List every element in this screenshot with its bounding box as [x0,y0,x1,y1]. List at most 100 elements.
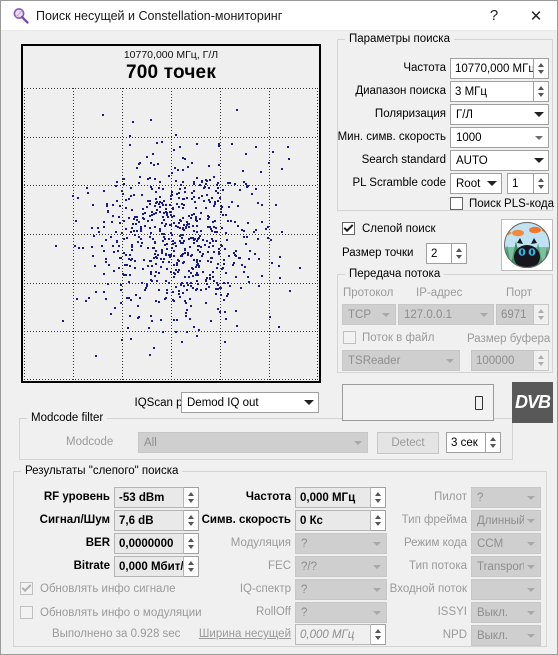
pl-scramble-mode-select[interactable]: Root [450,173,502,194]
port-stepper[interactable]: 6971 [496,304,549,325]
modcode-select[interactable]: All [138,432,368,453]
stepper-arrows-icon[interactable] [534,350,549,371]
code-mode-select[interactable]: CCM [471,533,541,554]
pilot-select[interactable]: ? [471,487,541,508]
constellation-point [116,250,119,252]
constellation-point [131,223,134,225]
constellation-point [193,190,196,193]
constellation-point [149,161,152,164]
constellation-point [279,256,282,259]
grid-line-horizontal [24,379,318,380]
constellation-point [168,237,171,240]
checkbox-box[interactable] [20,606,33,619]
signal-name-field[interactable] [342,384,494,421]
constellation-point [185,309,188,312]
search-range-stepper[interactable]: 3 МГц [450,81,549,102]
stream-type-select[interactable]: Transport [471,556,541,577]
constellation-point [255,229,258,232]
constellation-point [181,262,184,265]
constellation-point [174,133,177,136]
constellation-point [130,231,133,234]
constellation-point [172,291,175,294]
constellation-point [172,264,175,266]
detect-button[interactable]: Detect [377,432,439,454]
constellation-point [249,249,252,252]
protocol-select[interactable]: TCP [342,304,396,325]
constellation-point [154,241,157,243]
frame-type-select[interactable]: Длинный [471,510,541,531]
constellation-point [197,274,200,277]
checkbox-box[interactable] [450,197,463,210]
pls-search-checkbox[interactable]: Поиск PLS-кода [450,197,554,210]
constellation-point [232,264,234,267]
app-window: Поиск несущей и Constellation-мониторинг… [0,0,558,655]
ip-address-value: 127.0.0.1 [404,308,452,321]
constellation-point [172,239,175,242]
constellation-point [258,285,261,288]
min-symbol-rate-select[interactable]: 1000 [450,127,549,148]
chevron-down-icon [532,112,546,117]
stream-to-file-checkbox[interactable]: Поток в файл [343,331,434,344]
stepper-arrows-icon[interactable] [534,81,549,102]
pl-scramble-stepper[interactable]: 1 [507,173,549,194]
update-signal-info-checkbox[interactable]: Обновлять инфо сигнале [20,582,176,595]
constellation-point [204,278,207,281]
polarization-select[interactable]: Г/Л [450,104,549,125]
checkbox-box[interactable] [343,331,356,344]
constellation-point [208,273,211,276]
npd-select[interactable]: Выкл. [471,625,541,646]
constellation-point [151,237,154,240]
constellation-point [131,245,134,248]
constellation-point [237,205,240,208]
blind-search-checkbox[interactable]: Слепой поиск [342,222,435,235]
constellation-point [148,202,151,205]
chevron-down-icon [532,158,546,163]
detect-timeout-value: 3 сек [446,432,486,453]
constellation-point [185,289,188,291]
checkbox-box[interactable] [342,222,355,235]
ip-address-select[interactable]: 127.0.0.1 [398,304,494,325]
dot-size-stepper[interactable]: 2 [426,243,467,264]
constellation-point [192,196,195,198]
iq-spectrum-label: IQ-спектр [239,583,291,595]
placeholder-glyph-icon [475,395,483,410]
constellation-point [144,211,147,214]
constellation-point [157,271,160,274]
detect-timeout-stepper[interactable]: 3 сек [446,432,501,453]
constellation-point [245,235,248,238]
dot-size-value: 2 [426,243,452,264]
carrier-width-link[interactable]: Ширина несущей [184,628,291,640]
search-standard-select[interactable]: AUTO [450,150,549,171]
constellation-point [130,258,132,261]
help-button[interactable]: ? [473,1,515,31]
stepper-arrows-icon[interactable] [452,243,467,264]
chevron-down-icon [524,495,538,500]
input-stream-select[interactable] [471,579,541,600]
constellation-point [163,200,165,203]
stream-type-label: Тип потока [409,560,467,572]
constellation-point [181,216,184,219]
protocol-value: TCP [348,308,371,321]
constellation-plot[interactable]: 10770,000 МГц, Г/Л 700 точек [21,44,321,383]
constellation-point [112,204,115,207]
stream-target-select[interactable]: TSReader [342,350,460,371]
checkbox-box[interactable] [20,582,33,595]
constellation-point [210,257,213,260]
stream-group: Передача потока Протокол IP-адрес Порт T… [337,268,553,373]
stepper-arrows-icon[interactable] [534,173,549,194]
constellation-point [178,146,181,149]
constellation-point [101,245,104,248]
close-button[interactable]: ✕ [515,1,557,31]
buffer-size-stepper[interactable]: 100000 [471,350,549,371]
iqscan-select[interactable]: Demod IQ out [181,392,319,413]
issyi-select[interactable]: Выкл. [471,602,541,623]
npd-label: NPD [442,629,467,641]
frequency-stepper[interactable]: 10770,000 МГц [450,58,549,79]
aquarium-thumbnail[interactable] [501,219,553,271]
chevron-down-icon [443,358,457,363]
stepper-arrows-icon[interactable] [534,304,549,325]
stepper-arrows-icon[interactable] [534,58,549,79]
stepper-arrows-icon[interactable] [486,432,501,453]
update-modulation-info-checkbox[interactable]: Обновлять инфо о модуляции [20,606,202,619]
chevron-down-icon [524,564,538,569]
